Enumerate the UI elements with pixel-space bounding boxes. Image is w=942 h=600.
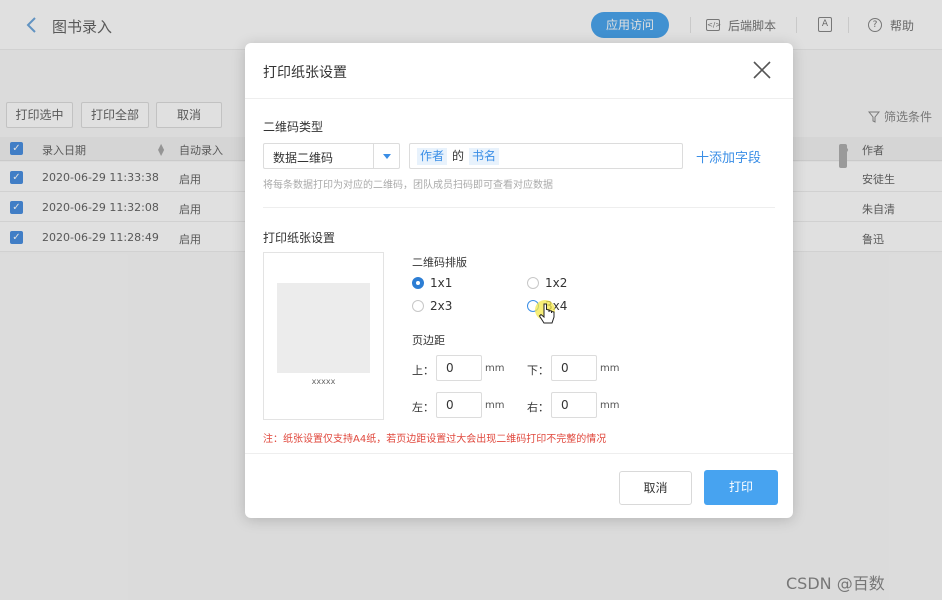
add-field-link[interactable]: 十添加字段 [696, 147, 761, 166]
paper-warning: 注：纸张设置仅支持A4纸，若页边距设置过大会出现二维码打印不完整的情况 [263, 434, 607, 445]
field-joiner: 的 [452, 149, 465, 163]
layout-radio-2x3[interactable]: 2x3 [412, 299, 452, 313]
unit-label: mm [600, 400, 620, 411]
qr-field-input[interactable]: 作者 的 书名 [409, 143, 847, 169]
section-divider [263, 207, 775, 208]
print-button[interactable]: 打印 [704, 470, 778, 505]
dialog-header: 打印纸张设置 [245, 43, 793, 99]
field-tag-title[interactable]: 书名 [469, 148, 500, 165]
dialog-title: 打印纸张设置 [263, 65, 347, 81]
margin-top-input[interactable]: 0 [436, 355, 482, 381]
radio-label: 1x2 [545, 276, 568, 290]
margin-bottom-input[interactable]: 0 [551, 355, 597, 381]
margin-left-input[interactable]: 0 [436, 392, 482, 418]
unit-label: mm [485, 400, 505, 411]
radio-label: 2x3 [430, 299, 453, 313]
dropdown-arrow[interactable] [373, 144, 399, 168]
hand-cursor-icon [535, 300, 555, 324]
qr-placeholder [277, 283, 370, 373]
qr-type-title: 二维码类型 [263, 120, 324, 134]
qr-type-select[interactable]: 数据二维码 [263, 143, 400, 169]
margin-right-label: 右： [527, 401, 549, 414]
unit-label: mm [600, 363, 620, 374]
dialog-footer: 取消 打印 [245, 453, 793, 518]
margin-title: 页边距 [412, 334, 445, 347]
watermark: CSDN @百数 [786, 574, 885, 593]
chevron-down-icon [383, 154, 391, 159]
radio-icon [412, 300, 424, 312]
cancel-button[interactable]: 取消 [619, 471, 692, 505]
radio-icon [527, 277, 539, 289]
paper-settings-title: 打印纸张设置 [263, 231, 336, 245]
layout-radio-1x2[interactable]: 1x2 [527, 276, 567, 290]
unit-label: mm [485, 363, 505, 374]
qr-type-value: 数据二维码 [273, 151, 334, 165]
print-settings-dialog: 打印纸张设置 二维码类型 数据二维码 作者 的 书名 十添加字段 将每条数据打印… [245, 43, 847, 518]
margin-right-input[interactable]: 0 [551, 392, 597, 418]
paper-preview: xxxxx [263, 252, 384, 420]
layout-radio-1x1[interactable]: 1x1 [412, 276, 452, 290]
margin-left-label: 左： [412, 401, 434, 414]
close-icon[interactable] [751, 59, 773, 81]
margin-bottom-label: 下： [527, 364, 549, 377]
radio-selected-icon [412, 277, 424, 289]
margin-top-label: 上： [412, 364, 434, 377]
layout-title: 二维码排版 [412, 256, 467, 269]
scrollbar[interactable] [839, 144, 847, 168]
qr-type-hint: 将每条数据打印为对应的二维码，团队成员扫码即可查看对应数据 [263, 180, 553, 191]
qr-caption: xxxxx [311, 377, 336, 386]
radio-label: 1x1 [430, 276, 453, 290]
field-tag-author[interactable]: 作者 [417, 148, 448, 165]
